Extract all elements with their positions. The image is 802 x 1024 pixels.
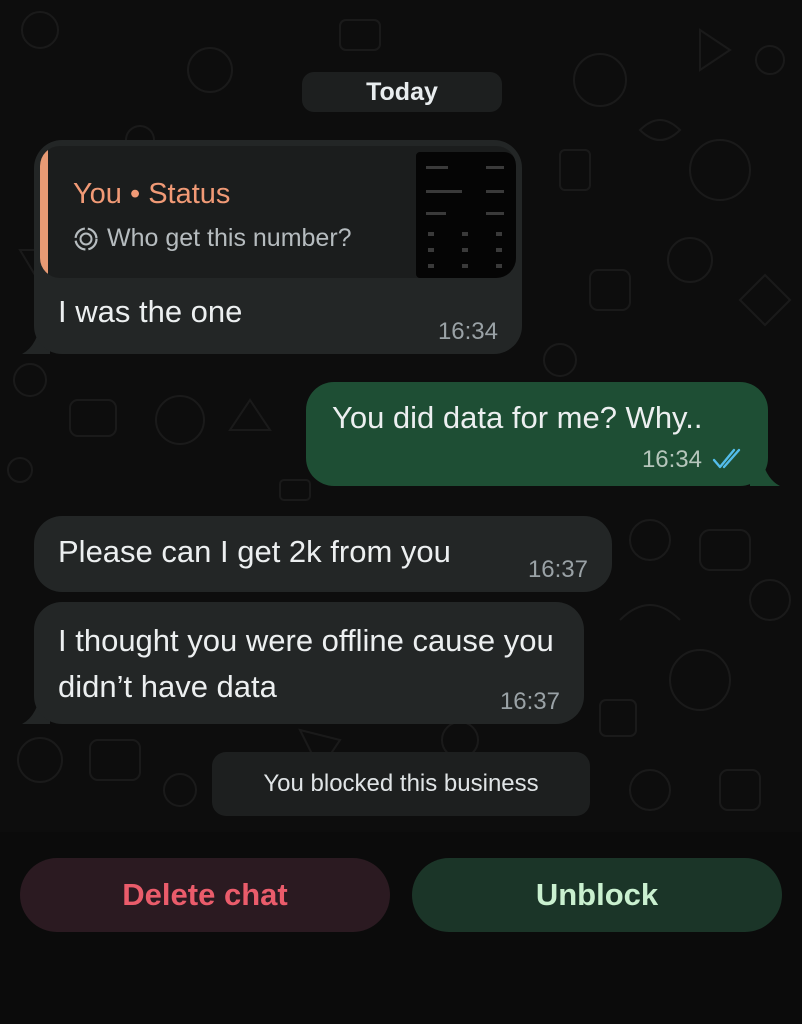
message-bubble-incoming[interactable]: Please can I get 2k from you 16:37 (34, 516, 612, 592)
double-check-icon (712, 448, 741, 469)
message-text: You did data for me? Why.. (332, 400, 703, 435)
delete-chat-button[interactable]: Delete chat (20, 858, 390, 932)
message-text: Please can I get 2k from you (58, 534, 451, 569)
quoted-status-reply[interactable]: You • Status Who get this number? (40, 146, 516, 278)
status-ring-icon (74, 226, 98, 251)
quoted-sender: You • Status (73, 178, 231, 210)
quote-accent-bar (40, 146, 48, 278)
message-text: I was the one (58, 294, 243, 329)
chat-area[interactable]: Today You • Status Who get this number? (0, 0, 802, 832)
status-thumbnail (416, 152, 516, 278)
message-bubble-incoming[interactable]: I thought you were offline cause you did… (34, 602, 584, 724)
quoted-text-line: Who get this number? (73, 224, 352, 253)
message-time: 16:34 (641, 446, 702, 473)
bubble-tail (750, 450, 780, 486)
unblock-button[interactable]: Unblock (412, 858, 782, 932)
date-separator: Today (302, 72, 502, 112)
message-time: 16:37 (499, 688, 560, 715)
message-bubble-incoming[interactable]: You • Status Who get this number? I was … (34, 140, 522, 354)
blocked-notice: You blocked this business (212, 752, 590, 816)
message-time: 16:37 (527, 556, 588, 583)
message-bubble-outgoing[interactable]: You did data for me? Why.. 16:34 (306, 382, 768, 486)
quoted-text: Who get this number? (107, 224, 352, 252)
message-time: 16:34 (437, 318, 498, 345)
